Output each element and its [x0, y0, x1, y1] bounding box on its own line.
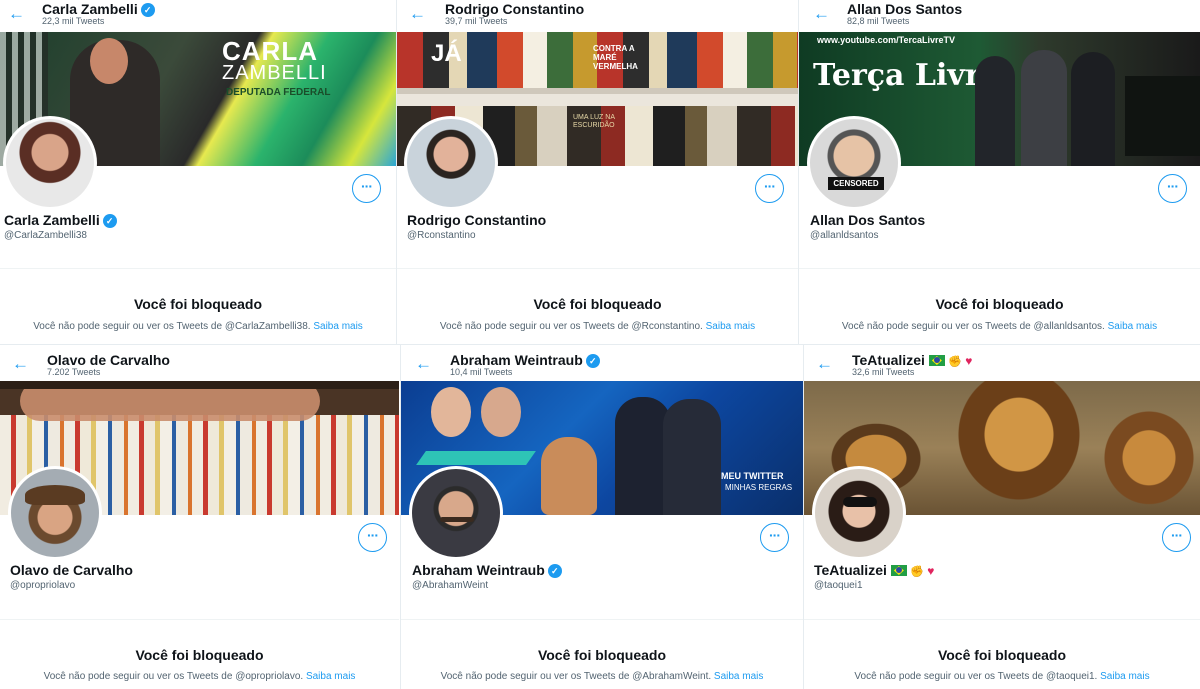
- profile-handle: @allanldsantos: [810, 230, 879, 241]
- raised-fist-icon: ✊: [910, 566, 924, 578]
- tile-separator: [803, 345, 804, 689]
- tweet-count: 7.202 Tweets: [47, 367, 101, 377]
- learn-more-link[interactable]: Saiba mais: [313, 321, 362, 332]
- divider: [0, 619, 399, 620]
- back-arrow-icon[interactable]: ←: [409, 5, 427, 23]
- banner-book-luz: UMA LUZ NA ESCURIDÃO: [573, 114, 615, 129]
- profile-name: Carla Zambelli ✓: [4, 211, 117, 229]
- blocked-description: Você não pode seguir ou ver os Tweets de…: [439, 321, 756, 332]
- censored-label: CENSORED: [828, 177, 884, 190]
- tweet-count: 39,7 mil Tweets: [445, 16, 508, 26]
- red-heart-icon: ♥: [965, 354, 973, 368]
- profile-panel-teatualizei: ← TeAtualizei ✊ ♥ 32,6 mil Tweets ··· Te…: [804, 345, 1200, 689]
- tile-separator: [400, 345, 401, 689]
- back-arrow-icon[interactable]: ←: [8, 5, 26, 23]
- divider: [401, 619, 803, 620]
- blocked-description: Você não pode seguir ou ver os Tweets de…: [33, 321, 363, 332]
- name-emojis: ✊ ♥: [890, 564, 935, 578]
- learn-more-link[interactable]: Saiba mais: [1100, 671, 1149, 682]
- blocked-title: Você foi bloqueado: [533, 296, 662, 312]
- profile-panel-rodrigo-constantino: ← Rodrigo Constantino 39,7 mil Tweets JÁ…: [397, 0, 798, 344]
- profile-header: ← Abraham Weintraub ✓ 10,4 mil Tweets: [401, 347, 803, 379]
- profile-handle: @CarlaZambelli38: [4, 230, 87, 241]
- divider: [804, 619, 1200, 620]
- more-options-button[interactable]: ···: [1162, 523, 1191, 552]
- more-options-button[interactable]: ···: [755, 174, 784, 203]
- profile-panel-olavo-de-carvalho: ← Olavo de Carvalho 7.202 Tweets ··· Ola…: [0, 345, 399, 689]
- profile-header: ← Allan Dos Santos 82,8 mil Tweets: [799, 0, 1200, 32]
- more-options-button[interactable]: ···: [352, 174, 381, 203]
- raised-fist-icon: ✊: [948, 356, 962, 368]
- blocked-description: Você não pode seguir ou ver os Tweets de…: [841, 321, 1158, 332]
- tweet-count: 32,6 mil Tweets: [852, 367, 915, 377]
- avatar[interactable]: [8, 466, 102, 560]
- blocked-title: Você foi bloqueado: [937, 647, 1067, 663]
- profile-name: TeAtualizei ✊ ♥: [814, 562, 935, 578]
- avatar[interactable]: [3, 116, 97, 210]
- profile-name: Abraham Weintraub ✓: [412, 561, 562, 579]
- banner-logo-terca-livre: Terça Livre: [813, 58, 1000, 93]
- profile-handle: @taoquei1: [814, 580, 863, 591]
- avatar[interactable]: [812, 466, 906, 560]
- youtube-url: www.youtube.com/TercaLivreTV: [817, 35, 956, 45]
- banner-book-ja: JÁ: [431, 40, 462, 67]
- divider: [397, 268, 798, 269]
- blocked-description: Você não pode seguir ou ver os Tweets de…: [43, 671, 356, 682]
- blocked-description: Você não pode seguir ou ver os Tweets de…: [854, 671, 1150, 682]
- header-emojis: ✊ ♥: [928, 354, 973, 368]
- verified-badge-icon: ✓: [585, 354, 600, 368]
- learn-more-link[interactable]: Saiba mais: [714, 671, 763, 682]
- avatar[interactable]: CENSORED: [807, 116, 901, 210]
- banner-text-zambelli: ZAMBELLI: [222, 62, 327, 84]
- brazil-flag-icon: [890, 565, 907, 576]
- tile-separator: [396, 0, 397, 344]
- blocked-title: Você foi bloqueado: [935, 296, 1064, 312]
- tile-separator: [0, 344, 1200, 345]
- profile-handle: @opropriolavo: [10, 580, 76, 591]
- banner-book-mare: CONTRA A MARÉ VERMELHA: [593, 44, 638, 71]
- more-options-button[interactable]: ···: [1158, 174, 1187, 203]
- profile-panel-allan-dos-santos: ← Allan Dos Santos 82,8 mil Tweets www.y…: [799, 0, 1200, 344]
- learn-more-link[interactable]: Saiba mais: [306, 671, 355, 682]
- banner-text-deputada: DEPUTADA FEDERAL: [226, 87, 331, 98]
- divider: [799, 268, 1200, 269]
- profile-name: Allan Dos Santos: [810, 212, 926, 228]
- divider: [0, 268, 396, 269]
- more-options-button[interactable]: ···: [760, 523, 789, 552]
- tweet-count: 10,4 mil Tweets: [450, 367, 513, 377]
- profile-header: ← Olavo de Carvalho 7.202 Tweets: [0, 347, 399, 379]
- blocked-description: Você não pode seguir ou ver os Tweets de…: [440, 671, 764, 682]
- red-heart-icon: ♥: [927, 564, 935, 578]
- blocked-title: Você foi bloqueado: [133, 296, 263, 312]
- profile-panel-carla-zambelli: ← Carla Zambelli ✓ 22,3 mil Tweets CARLA …: [0, 0, 396, 344]
- back-arrow-icon[interactable]: ←: [12, 355, 30, 373]
- profile-header: ← TeAtualizei ✊ ♥ 32,6 mil Tweets: [804, 347, 1200, 379]
- back-arrow-icon[interactable]: ←: [415, 355, 433, 373]
- banner-text-meu-twitter: MEU TWITTER: [721, 471, 784, 481]
- back-arrow-icon[interactable]: ←: [816, 355, 834, 373]
- profile-header: ← Carla Zambelli ✓ 22,3 mil Tweets: [0, 0, 396, 32]
- verified-badge-icon: ✓: [547, 564, 562, 578]
- profile-header: ← Rodrigo Constantino 39,7 mil Tweets: [397, 0, 798, 32]
- profile-panel-abraham-weintraub: ← Abraham Weintraub ✓ 10,4 mil Tweets MEU…: [401, 345, 803, 689]
- blocked-title: Você foi bloqueado: [537, 647, 667, 663]
- brazil-flag-icon: [928, 355, 945, 366]
- profile-handle: @AbrahamWeint: [412, 580, 489, 591]
- profile-name: Rodrigo Constantino: [407, 212, 547, 228]
- profile-name: Olavo de Carvalho: [10, 562, 133, 578]
- learn-more-link[interactable]: Saiba mais: [1108, 321, 1157, 332]
- more-options-button[interactable]: ···: [358, 523, 387, 552]
- avatar[interactable]: [404, 116, 498, 210]
- blocked-title: Você foi bloqueado: [135, 647, 264, 663]
- tweet-count: 82,8 mil Tweets: [847, 16, 910, 26]
- profile-handle: @Rconstantino: [407, 230, 476, 241]
- avatar[interactable]: [409, 466, 503, 560]
- banner-text-minhas-regras: MINHAS REGRAS: [725, 483, 793, 492]
- tweet-count: 22,3 mil Tweets: [42, 16, 105, 26]
- verified-badge-icon: ✓: [102, 214, 117, 228]
- tile-separator: [798, 0, 799, 344]
- verified-badge-icon: ✓: [140, 3, 155, 17]
- learn-more-link[interactable]: Saiba mais: [706, 321, 755, 332]
- back-arrow-icon[interactable]: ←: [813, 5, 831, 23]
